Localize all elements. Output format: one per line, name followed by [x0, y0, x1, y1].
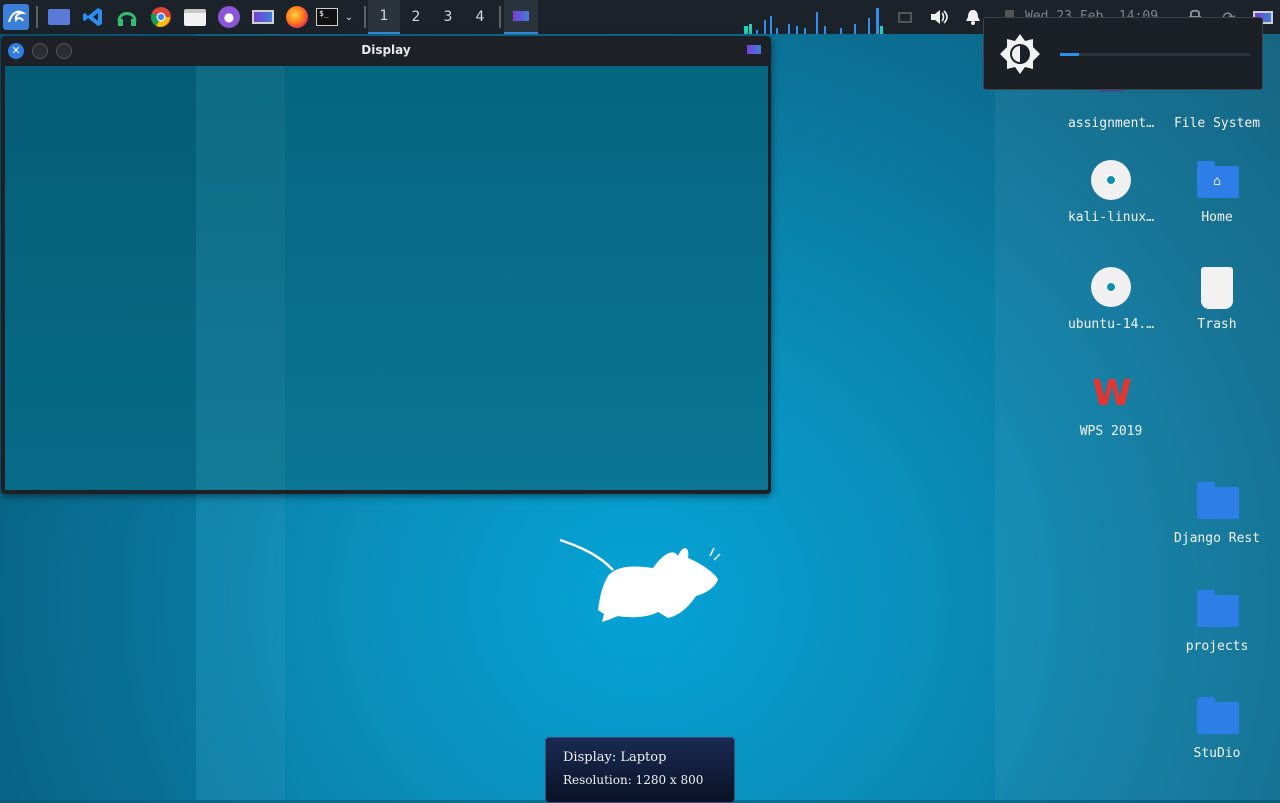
desktop-icon-home[interactable]: ⌂ Home [1162, 156, 1272, 225]
content-band [196, 66, 285, 490]
desktop-icon-kali-linux[interactable]: kali-linux… [1056, 156, 1166, 225]
brightness-slider[interactable] [1060, 53, 1250, 56]
display-settings-launcher[interactable] [250, 4, 276, 30]
window-content [5, 66, 768, 490]
desktop-icon-label: Trash [1197, 317, 1237, 332]
disc-icon [1087, 263, 1135, 311]
vscode-icon [83, 8, 102, 26]
terminal-dropdown[interactable]: ⌄ [340, 4, 358, 30]
brightness-level [1060, 53, 1079, 56]
kali-menu-button[interactable] [3, 4, 29, 30]
wps-icon: W [1092, 373, 1132, 414]
desktop-icon-projects[interactable]: projects [1162, 585, 1272, 654]
panel-separator [364, 6, 366, 28]
display-settings-icon [747, 45, 761, 54]
desktop-icon-label: WPS 2019 [1079, 424, 1143, 439]
github-icon: ● [218, 6, 240, 28]
desktop-icon-label: Home [1201, 210, 1233, 225]
panel-separator [36, 6, 38, 28]
speaker-icon [931, 10, 948, 24]
brightness-popup [983, 17, 1263, 90]
volume-button[interactable] [926, 4, 952, 30]
desktop-icon-label: projects [1185, 639, 1249, 654]
desktop-icon-label: StuDio [1193, 746, 1241, 761]
terminal-launcher[interactable]: $_ [314, 4, 340, 30]
trash-icon [1193, 263, 1241, 311]
notification-title: Display: Laptop [563, 750, 667, 765]
desktop-icon-label: ubuntu-14.… [1067, 317, 1155, 332]
kali-dragon-icon [8, 10, 26, 23]
workspace-label: 4 [475, 9, 485, 25]
screen-indicator[interactable] [892, 4, 918, 30]
vscode-launcher[interactable] [80, 4, 106, 30]
firefox-icon [286, 6, 308, 28]
content-band [5, 66, 196, 490]
folder-icon [1193, 477, 1241, 525]
desktop-icon-wps[interactable]: W WPS 2019 [1056, 370, 1166, 440]
workspace-label: 1 [379, 8, 389, 24]
desktop-icon-label: File System [1173, 116, 1261, 131]
folder-icon [1193, 692, 1241, 740]
window-title: Display [361, 43, 411, 57]
screen-icon [898, 11, 912, 23]
chrome-launcher[interactable] [148, 4, 174, 30]
workspace-label: 2 [411, 9, 421, 25]
xfce-mouse-logo [559, 538, 721, 622]
workspace-3[interactable]: 3 [432, 0, 464, 34]
workspace-2[interactable]: 2 [400, 0, 432, 34]
notification-body: Resolution: 1280 x 800 [563, 773, 704, 787]
brightness-icon [1000, 34, 1040, 74]
github-launcher[interactable]: ● [216, 4, 242, 30]
firefox-launcher[interactable] [284, 4, 310, 30]
disc-icon [1087, 156, 1135, 204]
file-manager-icon [184, 8, 206, 26]
display-settings-icon [513, 11, 529, 21]
desktop-icon-label: Django Rest [1173, 531, 1261, 546]
headphones-launcher[interactable] [114, 4, 140, 30]
desktop-icon-django-rest[interactable]: Django Rest [1162, 477, 1272, 546]
folder-icon [1193, 585, 1241, 633]
display-notification[interactable]: Display: Laptop Resolution: 1280 x 800 [545, 737, 735, 803]
workspace-4[interactable]: 4 [464, 0, 496, 34]
chevron-down-icon: ⌄ [344, 11, 354, 23]
display-settings-icon [252, 10, 274, 24]
desktop-icon-label: assignment… [1067, 116, 1155, 131]
show-desktop-button[interactable] [46, 4, 72, 30]
desktop-icon-studio[interactable]: StuDio [1162, 692, 1272, 761]
file-manager-launcher[interactable] [182, 4, 208, 30]
workspace-label: 3 [443, 9, 453, 25]
panel-separator [499, 6, 501, 28]
bell-icon [966, 10, 980, 25]
desktop-icon [48, 9, 70, 25]
desktop-icon-ubuntu[interactable]: ubuntu-14.… [1056, 263, 1166, 332]
taskbar-display-window[interactable] [504, 0, 538, 34]
headphones-icon [117, 12, 137, 26]
display-window: ✕ Display [1, 36, 771, 494]
terminal-icon: $_ [316, 8, 338, 26]
network-monitor-graph[interactable] [744, 6, 884, 34]
chrome-icon [151, 7, 171, 27]
home-folder-icon: ⌂ [1193, 156, 1241, 204]
window-titlebar[interactable]: ✕ Display [1, 36, 771, 66]
desktop-icon-trash[interactable]: Trash [1162, 263, 1272, 332]
desktop-icon-label: kali-linux… [1067, 210, 1155, 225]
workspace-1[interactable]: 1 [368, 0, 400, 34]
